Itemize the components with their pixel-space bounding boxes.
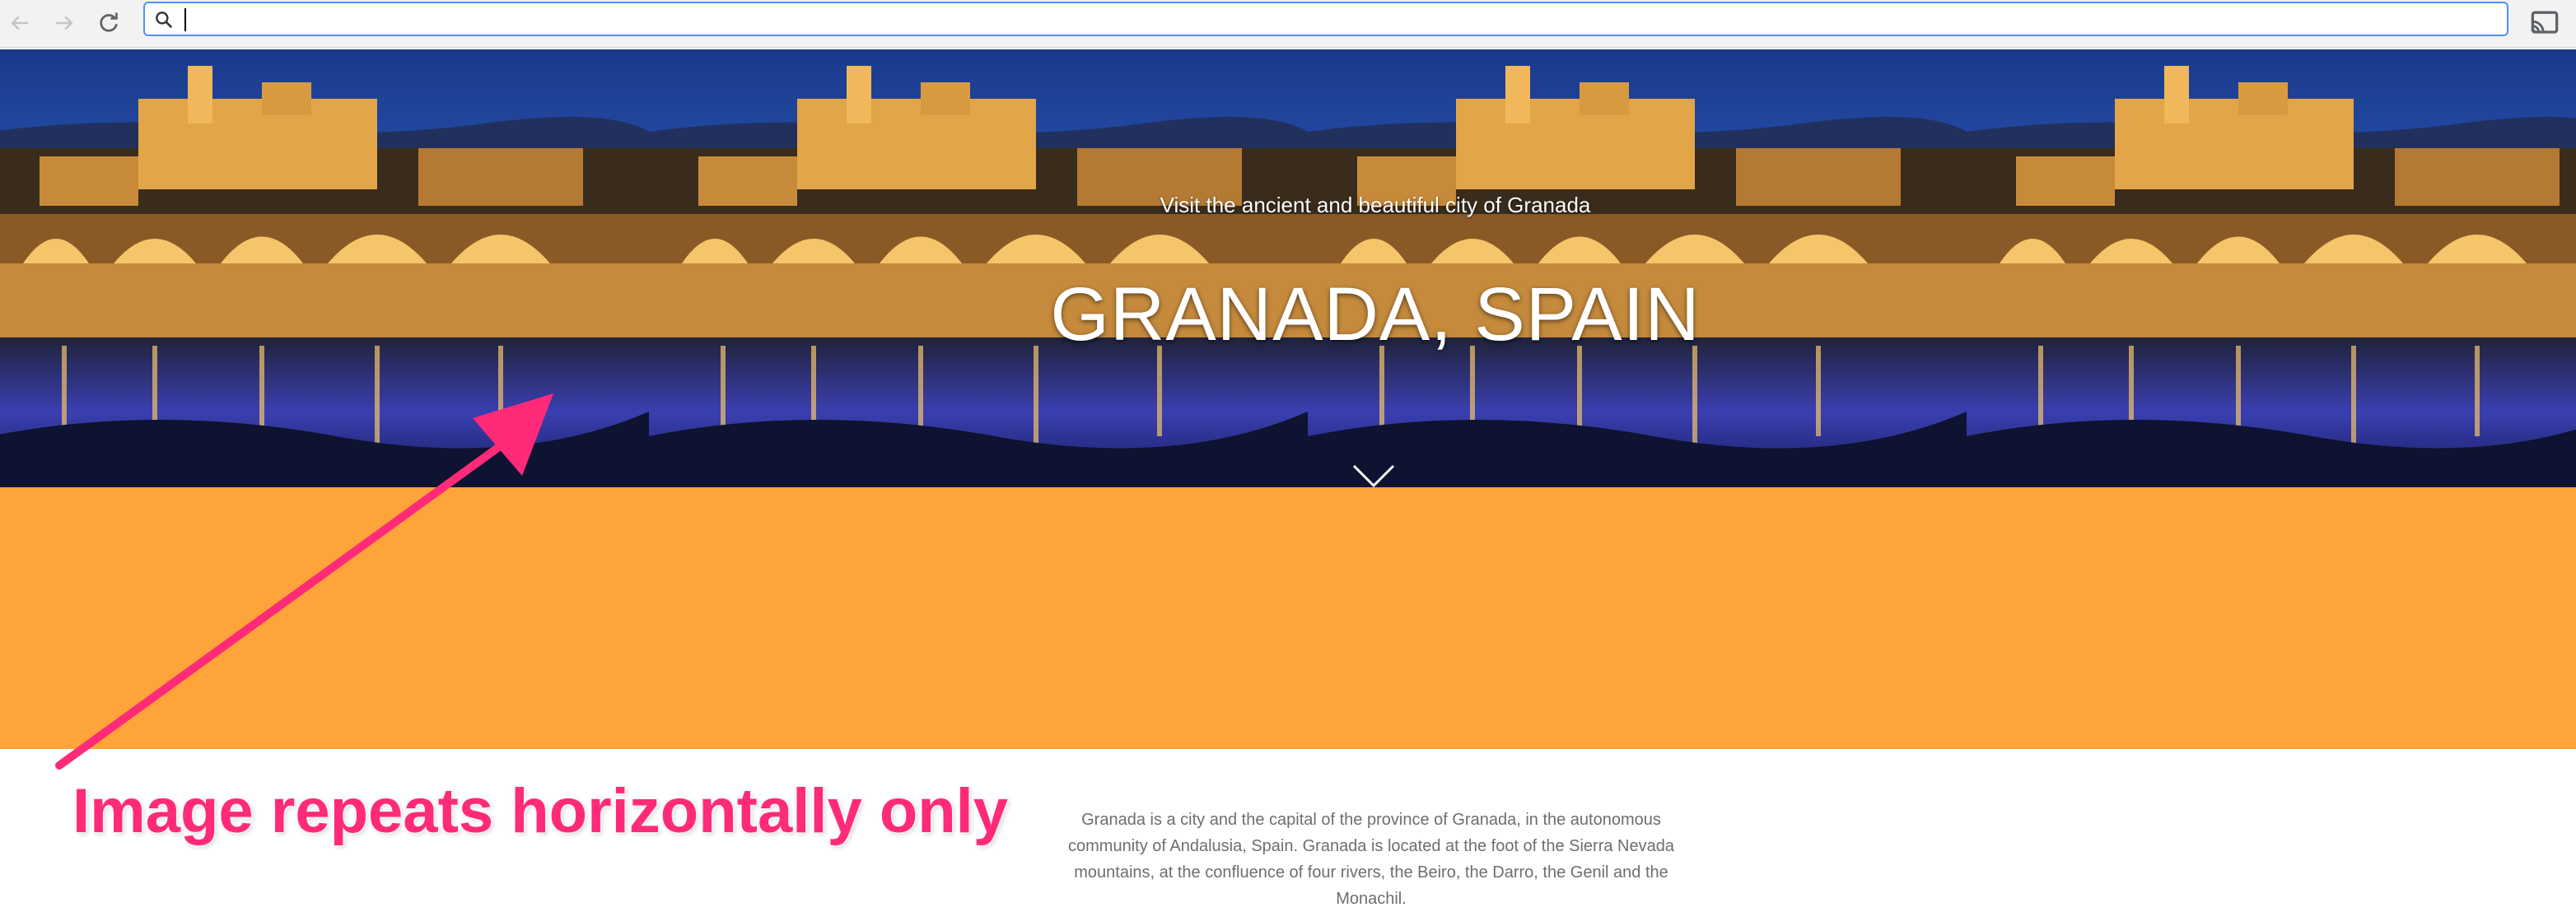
text-cursor [184, 8, 186, 31]
back-button[interactable] [2, 5, 38, 41]
back-arrow-icon [11, 16, 28, 30]
reload-icon [100, 12, 118, 32]
search-icon [156, 12, 173, 29]
hero-text-overlay: Visit the ancient and beautiful city of … [0, 49, 2576, 487]
address-bar[interactable] [143, 2, 2508, 36]
description-paragraph: Granada is a city and the capital of the… [1068, 811, 1674, 908]
chevron-down-icon[interactable] [1351, 461, 1397, 487]
hero-title: GRANADA, SPAIN [1050, 272, 1701, 356]
annotation-label: Image repeats horizontally only [72, 776, 1009, 846]
forward-arrow-icon [56, 16, 73, 30]
browser-toolbar [0, 0, 2576, 48]
cast-button[interactable] [2527, 5, 2563, 41]
address-input[interactable] [181, 7, 2482, 33]
hero-subtitle: Visit the ancient and beautiful city of … [1160, 193, 1591, 217]
hero-section: Visit the ancient and beautiful city of … [0, 49, 2576, 487]
cast-icon [2531, 11, 2559, 34]
orange-section [0, 487, 2576, 749]
forward-button[interactable] [46, 5, 82, 41]
reload-button[interactable] [91, 5, 127, 41]
